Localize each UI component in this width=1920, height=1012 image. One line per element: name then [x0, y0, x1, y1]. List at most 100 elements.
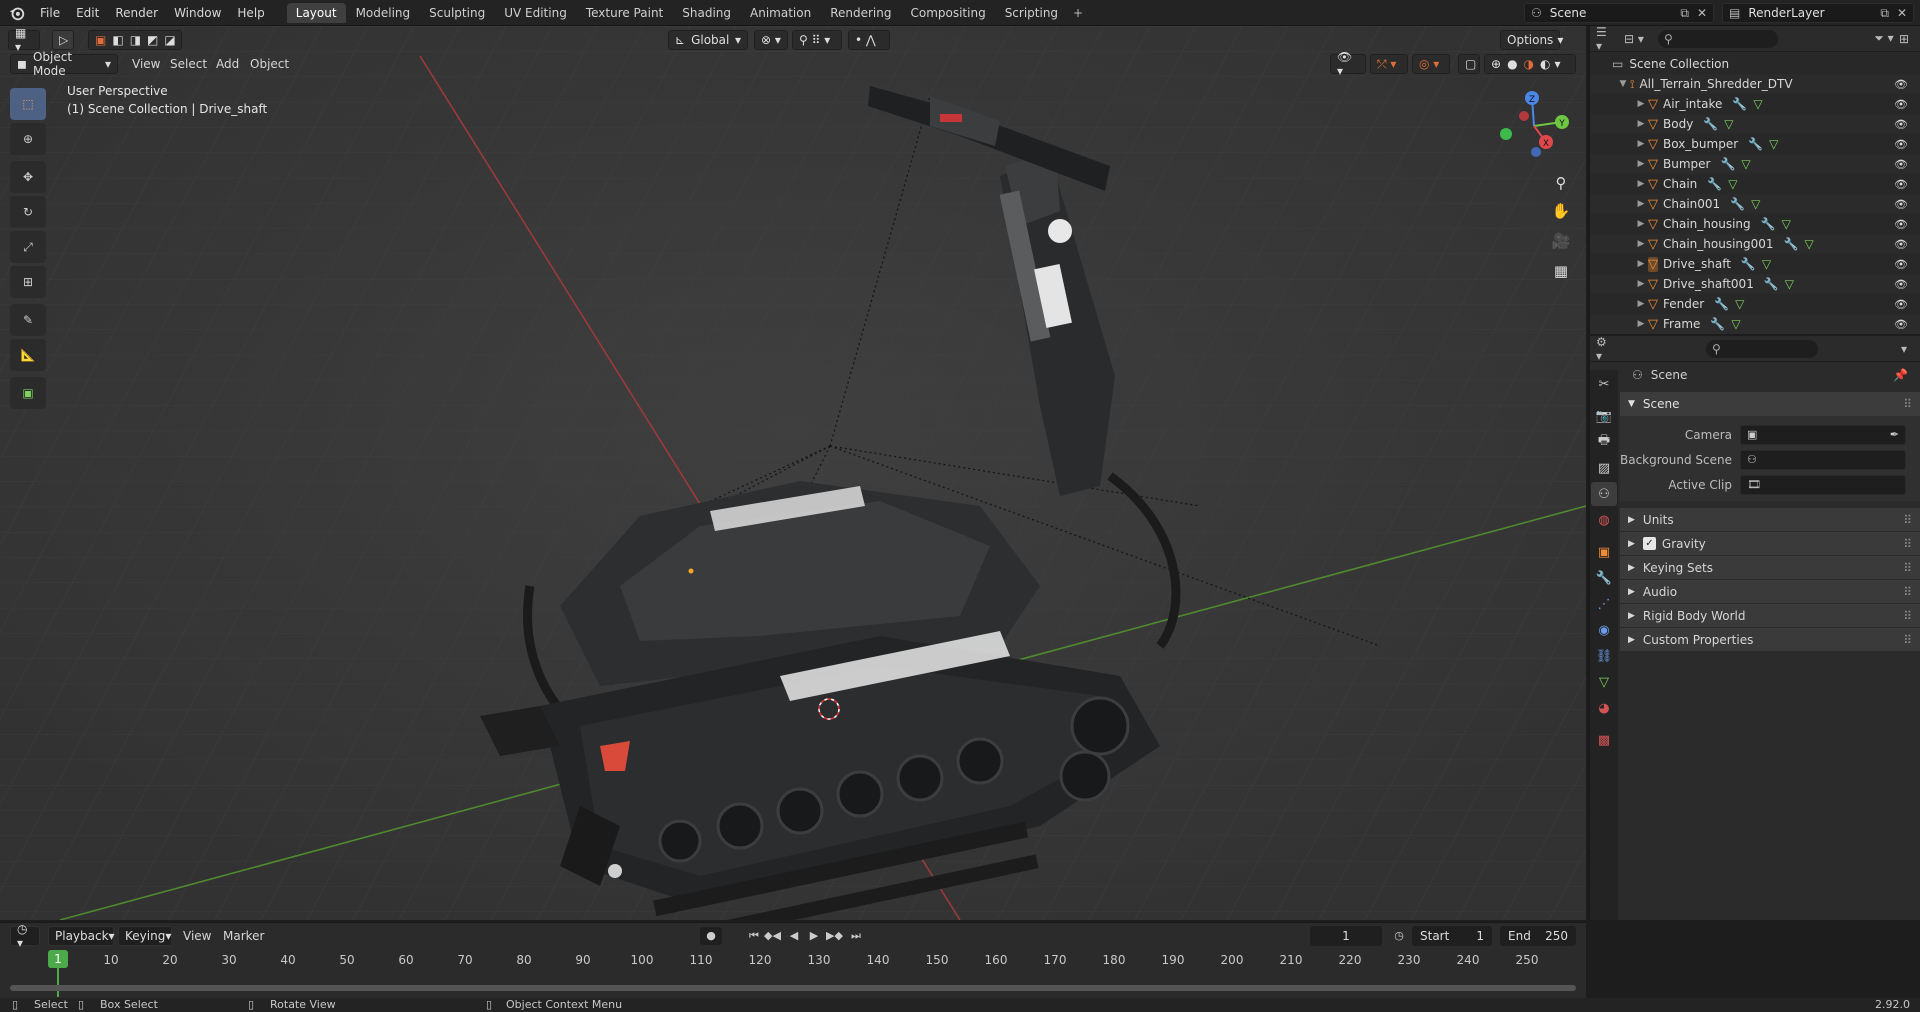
record-button[interactable]: ●	[700, 927, 722, 945]
expand-arrow-icon[interactable]: ▶	[1634, 119, 1648, 129]
menu-file[interactable]: File	[32, 2, 68, 24]
select-extend-icon[interactable]: ◧	[112, 33, 123, 47]
zoom-view-button[interactable]: ⚲	[1548, 170, 1574, 196]
visibility-eye-icon[interactable]: 👁	[1894, 78, 1908, 91]
drag-handle-icon[interactable]: ⠿	[1903, 537, 1912, 551]
pivot-dropdown[interactable]: ⊗ ▾	[754, 30, 788, 50]
visibility-eye-icon[interactable]: 👁	[1894, 158, 1908, 171]
tab-compositing[interactable]: Compositing	[901, 3, 994, 23]
timeline-menu-view[interactable]: View	[183, 926, 211, 946]
play-button[interactable]: ▶	[806, 927, 822, 945]
proportional-edit-toggle[interactable]: • ⋀	[848, 30, 890, 50]
editor-type-button[interactable]: ▦ ▾	[8, 26, 40, 54]
expand-arrow-icon[interactable]: ▶	[1634, 179, 1648, 189]
overlays-toggle[interactable]: ◎ ▾	[1412, 54, 1450, 74]
mesh-data-icon[interactable]: ▽	[1731, 317, 1740, 331]
3d-viewport[interactable]: ▦ ▾ ▷ ▣ ◧ ◨ ◩ ◪ ◼ Object Mode ▾ View Sel…	[0, 26, 1586, 920]
tab-render[interactable]: 📷	[1591, 404, 1617, 428]
visibility-eye-icon[interactable]: 👁	[1894, 298, 1908, 311]
copy-scene-icon[interactable]: ⧉	[1680, 6, 1689, 21]
display-mode-icon[interactable]: ⊟ ▾	[1624, 29, 1644, 49]
expand-arrow-icon[interactable]: ▶	[1634, 99, 1648, 109]
modifier-wrench-icon[interactable]: 🔧	[1732, 97, 1747, 111]
visibility-eye-icon[interactable]: 👁	[1894, 218, 1908, 231]
keying-sets-panel[interactable]: ▶ Keying Sets ⠿	[1620, 555, 1920, 579]
audio-panel[interactable]: ▶ Audio ⠿	[1620, 579, 1920, 603]
tab-material[interactable]: ◕	[1591, 696, 1617, 720]
mesh-data-icon[interactable]: ▽	[1728, 177, 1737, 191]
visibility-eye-icon[interactable]: 👁	[1894, 138, 1908, 151]
tab-view-layer[interactable]: ▨	[1591, 456, 1617, 480]
outliner-search-input[interactable]: ⚲	[1658, 29, 1778, 48]
tab-shading[interactable]: Shading	[673, 3, 740, 23]
drag-handle-icon[interactable]: ⠿	[1903, 633, 1912, 647]
mesh-data-icon[interactable]: ▽	[1741, 157, 1750, 171]
expand-arrow-icon[interactable]: ▶	[1634, 299, 1648, 309]
shading-modes[interactable]: ⊕ ● ◑ ◐ ▾	[1484, 54, 1576, 74]
xray-toggle[interactable]: ▢	[1458, 54, 1480, 74]
preview-range-icon[interactable]: ◷	[1390, 927, 1408, 945]
drag-handle-icon[interactable]: ⠿	[1903, 397, 1912, 411]
pin-icon[interactable]: 📌	[1893, 368, 1908, 382]
modifier-wrench-icon[interactable]: 🔧	[1707, 177, 1722, 191]
navigation-gizmo[interactable]: Z Y X	[1494, 86, 1574, 166]
mesh-data-icon[interactable]: ▽	[1724, 117, 1733, 131]
active-clip-field[interactable]: 🎞	[1740, 474, 1906, 495]
add-cube-tool[interactable]: ▣	[10, 377, 46, 409]
current-frame-field[interactable]: 1	[1310, 926, 1382, 946]
camera-view-button[interactable]: 🎥	[1548, 228, 1574, 254]
solid-shading-icon[interactable]: ●	[1507, 57, 1517, 71]
jump-start-button[interactable]: ⏮	[746, 927, 762, 945]
mesh-data-icon[interactable]: ▽	[1753, 97, 1762, 111]
outliner-item[interactable]: ▶ ▽ Air_intake 🔧 ▽ 👁	[1590, 94, 1920, 114]
keying-dropdown[interactable]: Keying ▾	[118, 926, 172, 946]
tab-animation[interactable]: Animation	[741, 3, 820, 23]
new-collection-icon[interactable]: ⊞	[1894, 29, 1914, 49]
outliner-item[interactable]: ▶ ▽ Chain_housing001 🔧 ▽ 👁	[1590, 234, 1920, 254]
tab-scene[interactable]: ⚇	[1591, 482, 1617, 506]
measure-tool[interactable]: 📐	[10, 339, 46, 371]
visibility-eye-icon[interactable]: 👁	[1894, 198, 1908, 211]
tab-modeling[interactable]: Modeling	[347, 3, 420, 23]
select-invert-icon[interactable]: ◩	[147, 33, 158, 47]
outliner-item[interactable]: ▶ ▽ Drive_shaft001 🔧 ▽ 👁	[1590, 274, 1920, 294]
camera-field[interactable]: ▣ ✒	[1740, 424, 1906, 445]
mesh-data-icon[interactable]: ▽	[1769, 137, 1778, 151]
playhead-frame-indicator[interactable]: 1	[48, 950, 68, 968]
modifier-wrench-icon[interactable]: 🔧	[1710, 317, 1725, 331]
modifier-wrench-icon[interactable]: 🔧	[1748, 137, 1763, 151]
ortho-toggle-button[interactable]: ▦	[1548, 258, 1574, 284]
jump-end-button[interactable]: ⏭	[848, 927, 864, 945]
units-panel[interactable]: ▶ Units ⠿	[1620, 507, 1920, 531]
tab-physics[interactable]: ◉	[1591, 618, 1617, 642]
visibility-eye-icon[interactable]: 👁	[1894, 98, 1908, 111]
blender-logo-icon[interactable]	[8, 4, 26, 22]
transform-tool[interactable]: ⊞	[10, 266, 46, 298]
select-box-tool[interactable]: ⬚	[10, 88, 46, 120]
outliner-editor-icon[interactable]: ☰ ▾	[1596, 25, 1616, 53]
mesh-data-icon[interactable]: ▽	[1751, 197, 1760, 211]
mesh-data-icon[interactable]: ▽	[1805, 237, 1814, 251]
menu-render[interactable]: Render	[107, 2, 166, 24]
cursor-tool[interactable]: ⊕	[10, 123, 46, 155]
visibility-eye-icon[interactable]: 👁	[1894, 238, 1908, 251]
mesh-data-icon[interactable]: ▽	[1735, 297, 1744, 311]
viewport-options-button[interactable]: Options ▾	[1500, 30, 1563, 50]
eyedropper-icon[interactable]: ✒	[1890, 428, 1899, 441]
add-workspace-button[interactable]: +	[1068, 3, 1088, 23]
modifier-wrench-icon[interactable]: 🔧	[1764, 277, 1779, 291]
gravity-panel[interactable]: ▶ ✓ Gravity ⠿	[1620, 531, 1920, 555]
expand-arrow-icon[interactable]: ▶	[1634, 319, 1648, 329]
rendered-shading-icon[interactable]: ◐	[1540, 57, 1550, 71]
tab-data[interactable]: ▽	[1591, 670, 1617, 694]
expand-arrow-icon[interactable]: ▶	[1634, 279, 1648, 289]
wireframe-shading-icon[interactable]: ⊕	[1491, 57, 1501, 71]
scene-panel-header[interactable]: ▼ Scene ⠿	[1620, 392, 1920, 416]
drag-handle-icon[interactable]: ⠿	[1903, 561, 1912, 575]
properties-options-icon[interactable]: ▾	[1894, 339, 1914, 359]
menu-help[interactable]: Help	[229, 2, 272, 24]
play-reverse-button[interactable]: ◀	[786, 927, 802, 945]
tab-modifiers[interactable]: 🔧	[1591, 566, 1617, 590]
timeline-menu-marker[interactable]: Marker	[223, 926, 264, 946]
tab-uv-editing[interactable]: UV Editing	[495, 3, 576, 23]
